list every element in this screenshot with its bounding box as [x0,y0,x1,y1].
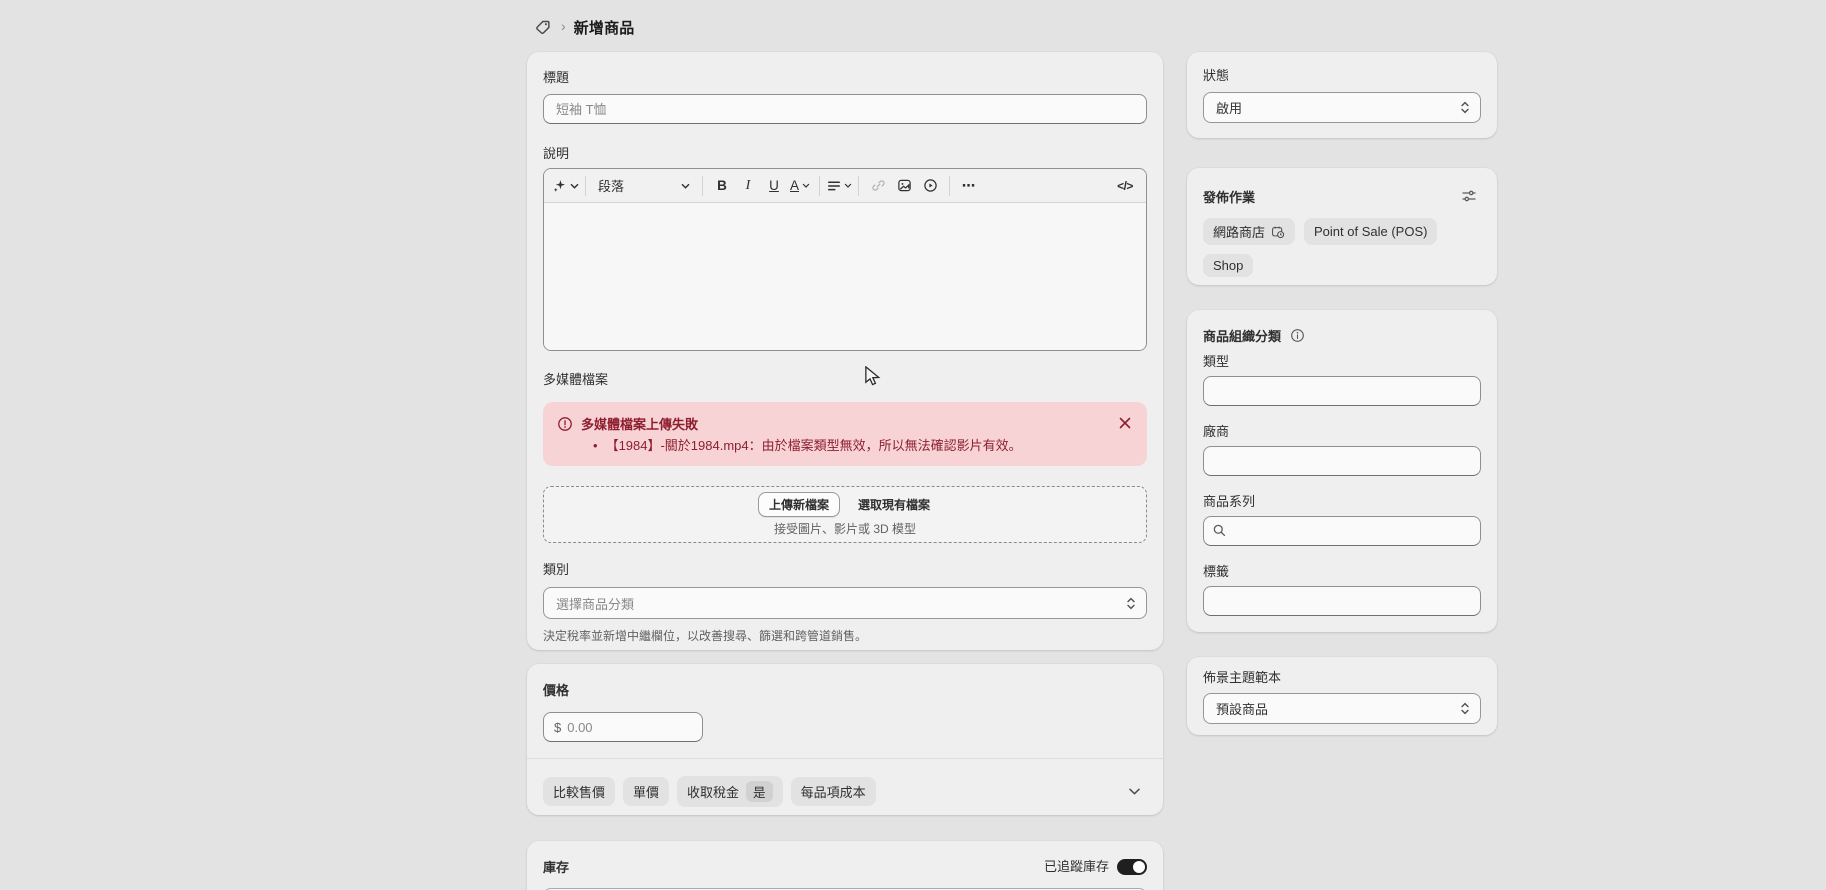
inventory-heading: 庫存 [543,857,569,876]
theme-template-label: 佈景主題範本 [1203,670,1481,686]
category-help-text: 決定稅率並新增中繼欄位，以改善搜尋、篩選和跨管道銷售。 [543,629,1147,644]
main-column: 標題 說明 段落 B I U [527,52,1163,890]
breadcrumb: › 新增商品 [533,16,634,38]
bold-button[interactable]: B [709,173,735,199]
caret-updown-icon [1460,101,1470,114]
magic-ai-button[interactable] [552,173,579,199]
insert-video-button[interactable] [917,173,943,199]
channel-pos: Point of Sale (POS) [1304,218,1437,245]
toolbar-divider [819,176,820,196]
product-details-card: 標題 說明 段落 B I U [527,52,1163,650]
breadcrumb-chevron-icon: › [561,19,566,35]
divider [527,758,1163,759]
search-icon [1212,523,1227,538]
upload-new-file-button[interactable]: 上傳新檔案 [758,492,840,517]
caret-updown-icon [1126,597,1136,610]
description-editor-body[interactable] [544,203,1146,351]
price-placeholder: 0.00 [567,720,592,735]
charge-tax-value: 是 [746,781,773,802]
charge-tax-chip[interactable]: 收取稅金 是 [677,776,783,807]
dismiss-error-button[interactable] [1115,413,1135,433]
toolbar-divider [585,176,586,196]
insert-image-button[interactable] [891,173,917,199]
paragraph-style-dropdown[interactable]: 段落 [592,173,696,199]
products-tag-icon[interactable] [533,17,553,37]
compare-at-price-chip[interactable]: 比較售價 [543,777,615,806]
calendar-clock-icon [1271,225,1285,239]
adjustments-icon [1461,188,1477,204]
inventory-card: 庫存 已追蹤庫存 [527,841,1163,890]
manage-channels-button[interactable] [1457,184,1481,208]
error-title: 多媒體檔案上傳失敗 [581,414,698,433]
theme-template-card: 佈景主題範本 預設商品 [1187,657,1497,735]
category-select[interactable]: 選擇商品分類 [543,587,1147,619]
alignment-button[interactable] [826,173,852,199]
select-existing-file-button[interactable]: 選取現有檔案 [856,494,932,515]
status-label: 狀態 [1203,68,1481,84]
title-input[interactable] [543,94,1147,124]
tags-label: 標籤 [1203,564,1481,580]
organization-heading: 商品組織分類 [1203,326,1281,345]
channel-shop: Shop [1203,254,1253,277]
error-bullet: • [593,438,598,454]
unit-price-chip[interactable]: 單價 [623,777,669,806]
chevron-down-icon [570,183,579,189]
toolbar-divider [949,176,950,196]
chevron-down-icon [1129,788,1140,795]
track-inventory-toggle[interactable] [1117,859,1147,875]
info-icon[interactable] [1288,327,1306,345]
theme-template-select[interactable]: 預設商品 [1203,693,1481,724]
underline-button[interactable]: U [761,173,787,199]
channel-online-store: 網路商店 [1203,218,1295,245]
toolbar-divider [702,176,703,196]
more-formatting-button[interactable]: ⋯ [956,173,982,199]
vendor-label: 廠商 [1203,424,1481,440]
status-card: 狀態 啟用 [1187,52,1497,138]
media-dropzone[interactable]: 上傳新檔案 選取現有檔案 接受圖片、影片或 3D 模型 [543,486,1147,543]
chevron-down-icon [844,183,852,188]
editor-toolbar: 段落 B I U A [544,169,1146,203]
price-field[interactable]: $ 0.00 [543,712,703,742]
image-icon [897,178,912,193]
toolbar-divider [858,176,859,196]
pricing-card: 價格 $ 0.00 比較售價 單價 收取稅金 是 每品項成本 [527,664,1163,815]
show-html-button[interactable]: </> [1112,173,1138,199]
video-play-icon [923,178,938,193]
alert-circle-icon [557,416,573,432]
currency-prefix: $ [554,720,561,735]
track-inventory-label: 已追蹤庫存 [1044,859,1109,875]
vendor-input[interactable] [1203,446,1481,476]
sidebar: 狀態 啟用 發佈作業 網路商店 [1187,52,1497,735]
collections-search-input[interactable] [1203,516,1481,546]
link-button[interactable] [865,173,891,199]
expand-pricing-button[interactable] [1121,779,1147,805]
description-label: 說明 [543,146,1147,162]
publishing-heading: 發佈作業 [1203,187,1255,206]
page-title: 新增商品 [574,17,635,38]
status-select[interactable]: 啟用 [1203,92,1481,123]
title-label: 標題 [543,70,1147,86]
tags-input[interactable] [1203,586,1481,616]
link-icon [871,178,886,193]
italic-button[interactable]: I [735,173,761,199]
publishing-card: 發佈作業 網路商店 Point of Sale (POS) [1187,168,1497,285]
media-accept-hint: 接受圖片、影片或 3D 模型 [774,522,916,537]
category-label: 類別 [543,562,1147,578]
chevron-down-icon [802,183,810,188]
description-editor: 段落 B I U A [543,168,1147,351]
error-detail: 【1984】-關於1984.mp4：由於檔案類型無效，所以無法確認影片有效。 [606,438,1022,454]
type-input[interactable] [1203,376,1481,406]
media-label: 多媒體檔案 [543,372,1147,388]
close-icon [1119,417,1131,429]
chevron-down-icon [681,183,690,189]
text-color-button[interactable]: A [787,173,813,199]
cost-per-item-chip[interactable]: 每品項成本 [791,777,876,806]
media-upload-error-banner: 多媒體檔案上傳失敗 • 【1984】-關於1984.mp4：由於檔案類型無效，所… [543,402,1147,466]
caret-updown-icon [1460,702,1470,715]
organization-card: 商品組織分類 類型 廠商 商品系列 標籤 [1187,310,1497,632]
align-left-icon [827,180,841,192]
collections-label: 商品系列 [1203,494,1481,510]
type-label: 類型 [1203,354,1481,370]
pricing-heading: 價格 [543,680,1147,699]
